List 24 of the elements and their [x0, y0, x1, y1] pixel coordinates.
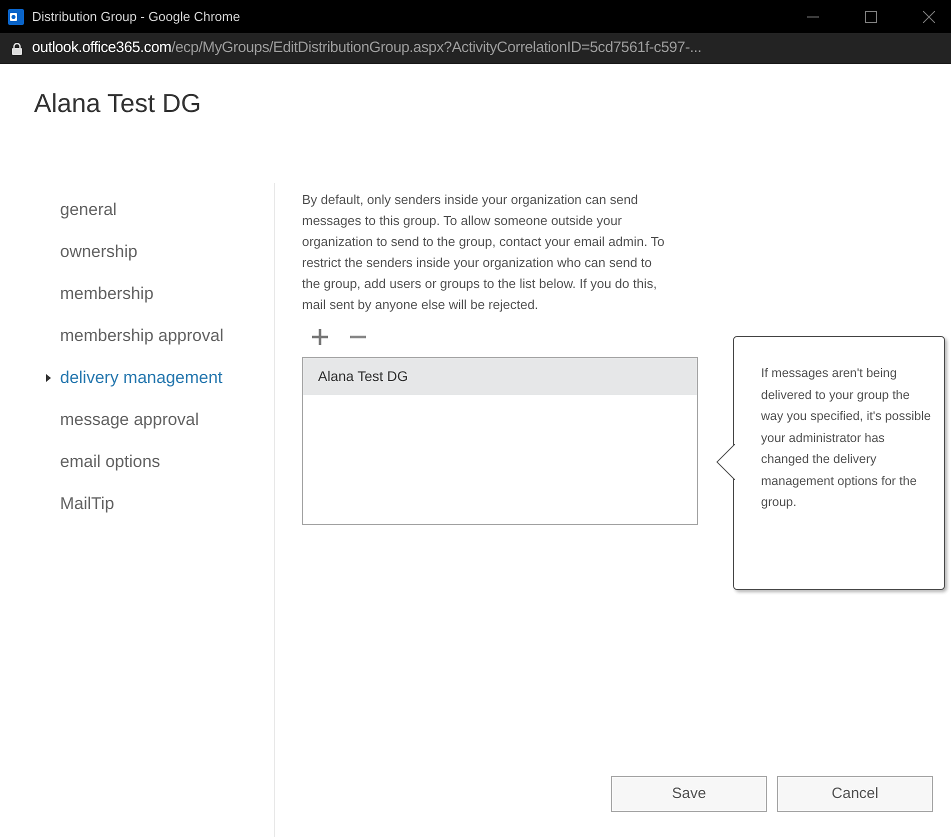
caret-icon — [46, 374, 51, 382]
nav-item[interactable]: membership — [46, 281, 274, 307]
lock-icon — [12, 42, 22, 54]
nav-item[interactable]: delivery management — [46, 365, 274, 391]
nav-item[interactable]: ownership — [46, 239, 274, 265]
description-text: By default, only senders inside your organization can send messages to this group. To allow someone outside your organization to send to the group, contact your email admin. To restrict the senders inside your organization who can send to the group, add users or groups to the list below. If you do this, mail sent by anyone else will be rejected. — [302, 191, 666, 314]
action-button[interactable]: Cancel — [777, 776, 933, 812]
url-path: /ecp/MyGroups/EditDistributionGroup.aspx?ActivityCorrelationID=5cd7561f-c597-... — [171, 38, 702, 58]
maximize-icon[interactable] — [865, 10, 877, 22]
remove-icon[interactable] — [350, 335, 366, 339]
app-icon — [8, 8, 24, 24]
window-title: Distribution Group - Google Chrome — [32, 8, 240, 26]
list-item[interactable]: Alana Test DG — [303, 358, 697, 395]
nav-item[interactable]: general — [46, 197, 274, 223]
url-host: outlook.office365.com — [32, 38, 172, 58]
callout-text: If messages aren't being delivered to your group the way you specified, it's possible your administrator has changed the delivery management options for the group. — [761, 365, 932, 511]
nav-item[interactable]: MailTip — [46, 491, 274, 517]
nav-item[interactable]: membership approval — [46, 323, 274, 349]
nav-item[interactable]: message approval — [46, 407, 274, 433]
close-icon[interactable] — [923, 10, 935, 22]
nav-item[interactable]: email options — [46, 449, 274, 475]
action-button[interactable]: Save — [611, 776, 767, 812]
add-icon[interactable] — [312, 329, 328, 345]
page-title: Alana Test DG — [34, 87, 202, 120]
